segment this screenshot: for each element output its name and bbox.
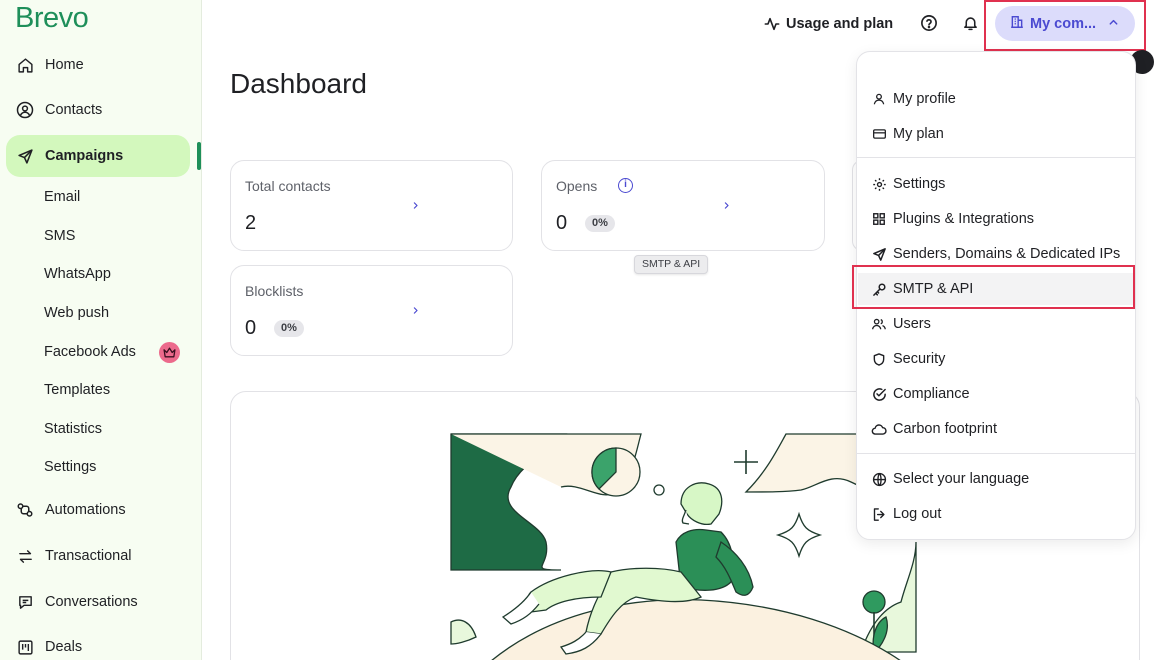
activity-icon	[764, 17, 780, 31]
card-value: 2	[245, 212, 257, 234]
chevron-right-icon	[411, 303, 420, 319]
chevron-right-icon	[722, 198, 731, 214]
sidebar-subitem-settings[interactable]: Settings	[44, 459, 96, 475]
blocklists-card[interactable]: Blocklists 0 0%	[230, 265, 513, 356]
sidebar-subitem-templates[interactable]: Templates	[44, 382, 110, 398]
brevo-logo[interactable]: Brevo	[15, 2, 89, 35]
sidebar-item-label: Transactional	[45, 548, 132, 564]
info-icon[interactable]: i	[618, 178, 633, 193]
deals-icon	[15, 637, 35, 657]
tooltip: SMTP & API	[634, 255, 709, 274]
sidebar-item-conversations[interactable]: Conversations	[6, 581, 190, 623]
menu-item-my-profile[interactable]: My profile	[871, 87, 956, 111]
sidebar-subitem-email[interactable]: Email	[44, 189, 80, 205]
sidebar-item-label: Home	[45, 57, 84, 73]
send-icon	[15, 146, 35, 166]
menu-item-log-out[interactable]: Log out	[871, 502, 941, 526]
card-label: Total contacts	[245, 178, 331, 194]
sidebar-item-label: Contacts	[45, 102, 103, 118]
menu-item-security[interactable]: Security	[871, 347, 945, 371]
percent-badge: 0%	[585, 215, 615, 232]
highlight-box-smtp-api	[852, 265, 1135, 309]
sidebar-item-campaigns[interactable]: Campaigns	[6, 135, 190, 177]
card-value: 0	[245, 317, 257, 339]
opens-card[interactable]: Opens i 0 0%	[541, 160, 825, 251]
card-label: Opens	[556, 178, 598, 194]
menu-item-settings[interactable]: Settings	[871, 172, 945, 196]
send-icon	[871, 246, 887, 262]
menu-item-label: Select your language	[893, 471, 1030, 487]
menu-divider	[857, 157, 1136, 158]
transactional-icon	[15, 546, 35, 566]
menu-divider	[857, 453, 1136, 454]
automations-icon	[15, 500, 35, 520]
menu-item-senders-domains[interactable]: Senders, Domains & Dedicated IPs	[871, 242, 1120, 266]
check-circle-icon	[871, 386, 887, 402]
sidebar-subitem-statistics[interactable]: Statistics	[44, 421, 102, 437]
shield-icon	[871, 351, 887, 367]
sidebar-item-label: Conversations	[45, 594, 138, 610]
sidebar-item-transactional[interactable]: Transactional	[6, 535, 190, 577]
menu-item-compliance[interactable]: Compliance	[871, 382, 970, 406]
logout-icon	[871, 506, 887, 522]
highlight-box-company	[984, 0, 1146, 51]
cloud-icon	[871, 421, 887, 437]
contacts-icon	[15, 100, 35, 120]
menu-item-label: Carbon footprint	[893, 421, 997, 437]
users-icon	[871, 316, 887, 332]
menu-item-label: My profile	[893, 91, 956, 107]
sidebar-subitem-web-push[interactable]: Web push	[44, 305, 109, 321]
conversations-icon	[15, 592, 35, 612]
menu-item-label: Security	[893, 351, 946, 367]
menu-item-plugins-integrations[interactable]: Plugins & Integrations	[871, 207, 1034, 231]
total-contacts-card[interactable]: Total contacts 2	[230, 160, 513, 251]
sidebar-subitem-whatsapp[interactable]: WhatsApp	[44, 266, 111, 282]
sidebar-item-deals[interactable]: Deals	[6, 626, 190, 660]
page-title: Dashboard	[230, 68, 367, 99]
usage-and-plan-button[interactable]: Usage and plan	[764, 13, 893, 35]
gear-icon	[871, 176, 887, 192]
menu-item-label: Users	[893, 316, 931, 332]
menu-item-users[interactable]: Users	[871, 312, 931, 336]
grid-icon	[871, 211, 887, 227]
menu-item-label: My plan	[893, 126, 944, 142]
sidebar-subitem-facebook-ads[interactable]: Facebook Ads	[44, 344, 136, 360]
menu-item-select-language[interactable]: Select your language	[871, 467, 1029, 491]
menu-item-label: Log out	[893, 506, 942, 522]
bell-icon[interactable]	[962, 14, 980, 32]
sidebar-item-automations[interactable]: Automations	[6, 489, 190, 531]
menu-item-label: Settings	[893, 176, 946, 192]
crown-icon	[159, 342, 180, 363]
active-indicator	[197, 142, 201, 170]
globe-icon	[871, 471, 887, 487]
percent-badge: 0%	[274, 320, 304, 337]
sidebar: Brevo Home Contacts Campaigns Email SMS …	[0, 0, 202, 660]
sidebar-item-home[interactable]: Home	[6, 44, 190, 86]
user-icon	[871, 91, 887, 107]
menu-item-label: Plugins & Integrations	[893, 211, 1035, 227]
menu-item-my-plan[interactable]: My plan	[871, 122, 944, 146]
sidebar-subitem-sms[interactable]: SMS	[44, 228, 75, 244]
card-label: Blocklists	[245, 283, 304, 299]
card-icon	[871, 126, 887, 142]
menu-item-label: Compliance	[893, 386, 970, 402]
sidebar-item-label: Deals	[45, 639, 83, 655]
help-icon[interactable]	[920, 14, 938, 32]
home-icon	[15, 55, 35, 75]
usage-label: Usage and plan	[786, 16, 894, 32]
chevron-right-icon	[411, 198, 420, 214]
sidebar-item-label: Campaigns	[45, 148, 124, 164]
menu-item-carbon-footprint[interactable]: Carbon footprint	[871, 417, 997, 441]
card-value: 0	[556, 212, 568, 234]
sidebar-item-label: Automations	[45, 502, 126, 518]
menu-item-label: Senders, Domains & Dedicated IPs	[893, 246, 1121, 262]
sidebar-item-contacts[interactable]: Contacts	[6, 89, 190, 131]
